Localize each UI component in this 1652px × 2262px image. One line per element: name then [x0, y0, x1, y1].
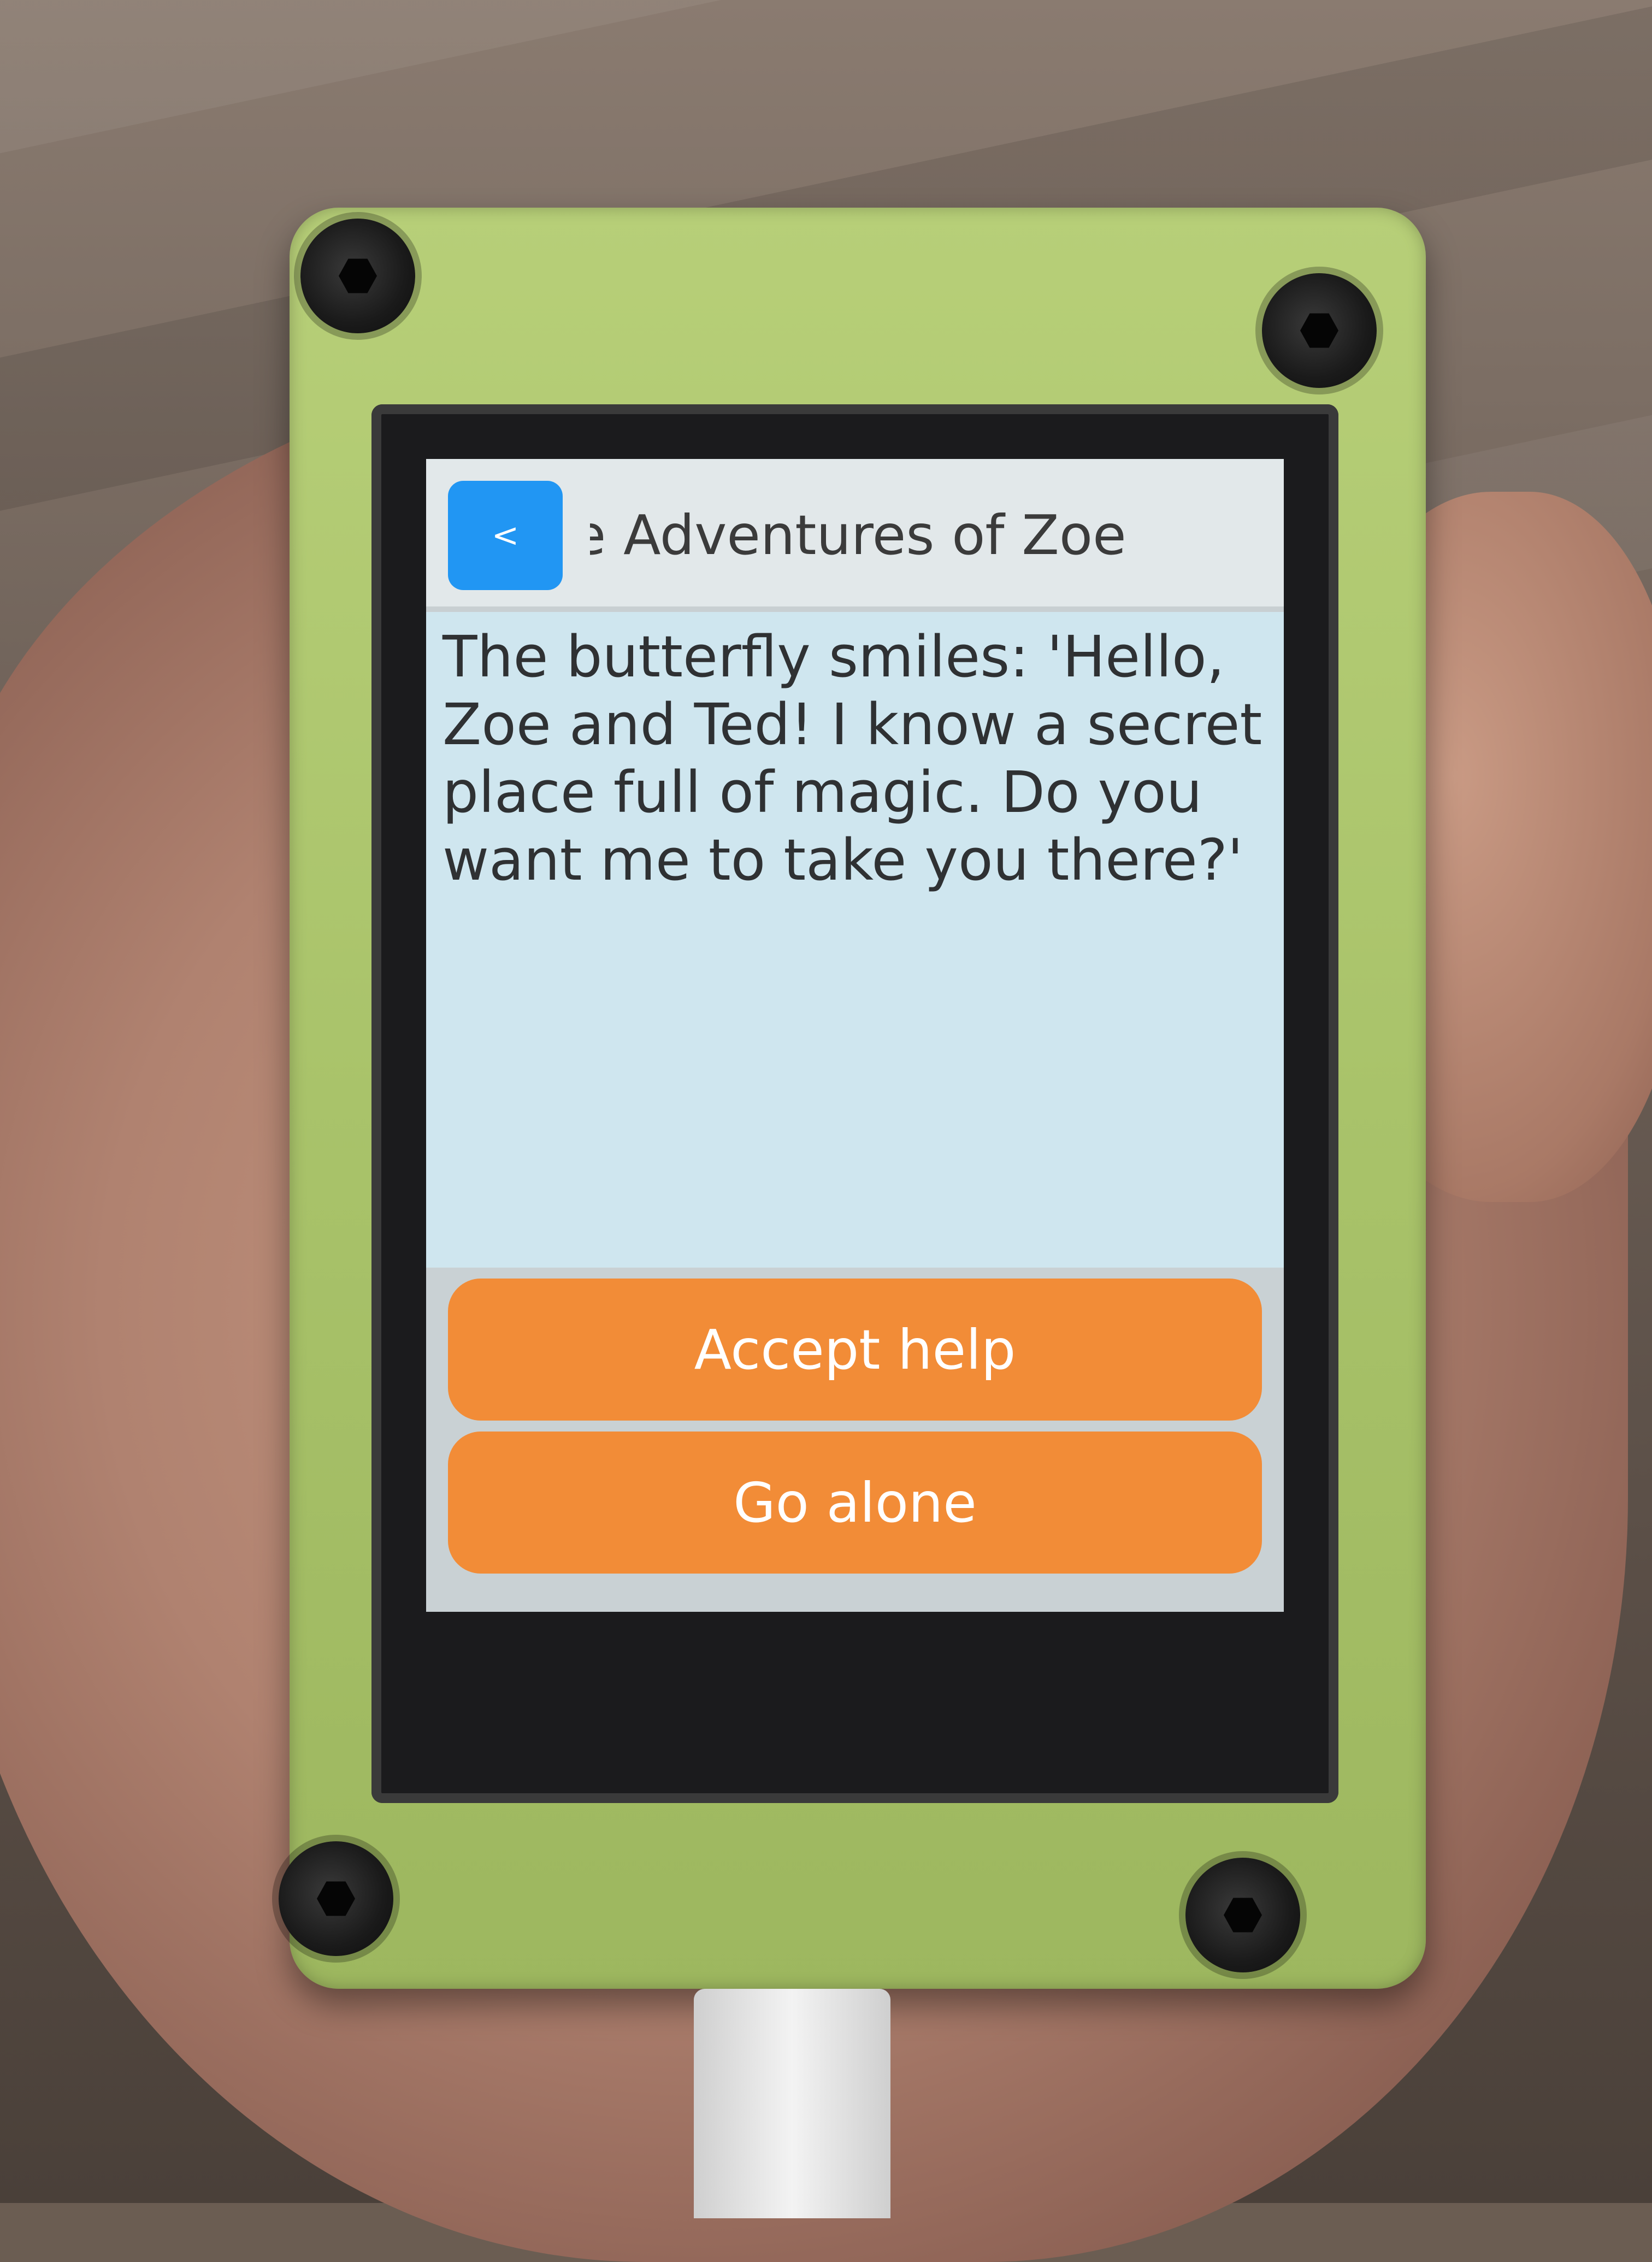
screw-top-left-icon	[300, 219, 415, 333]
go-alone-button[interactable]: Go alone	[448, 1432, 1262, 1574]
choice-label: Go alone	[733, 1470, 977, 1535]
screw-bottom-left-icon	[279, 1841, 393, 1956]
back-button[interactable]: <	[448, 481, 563, 590]
screw-bottom-right-icon	[1185, 1858, 1300, 1972]
choices-panel: Accept help Go alone	[426, 1268, 1284, 1612]
back-chevron-icon: <	[491, 516, 520, 555]
page-title: ıe Adventures of Zoe	[590, 503, 1126, 567]
choice-label: Accept help	[694, 1317, 1016, 1382]
story-text: The butterfly smiles: 'Hello, Zoe and Te…	[442, 623, 1262, 893]
app-header: < ıe Adventures of Zoe	[426, 459, 1284, 612]
usb-cable	[694, 1989, 890, 2218]
accept-help-button[interactable]: Accept help	[448, 1279, 1262, 1421]
lcd-screen: < ıe Adventures of Zoe The butterfly smi…	[426, 459, 1284, 1612]
device-enclosure: < ıe Adventures of Zoe The butterfly smi…	[279, 208, 1426, 1989]
screw-top-right-icon	[1262, 273, 1377, 388]
screen-bezel: < ıe Adventures of Zoe The butterfly smi…	[371, 404, 1338, 1803]
